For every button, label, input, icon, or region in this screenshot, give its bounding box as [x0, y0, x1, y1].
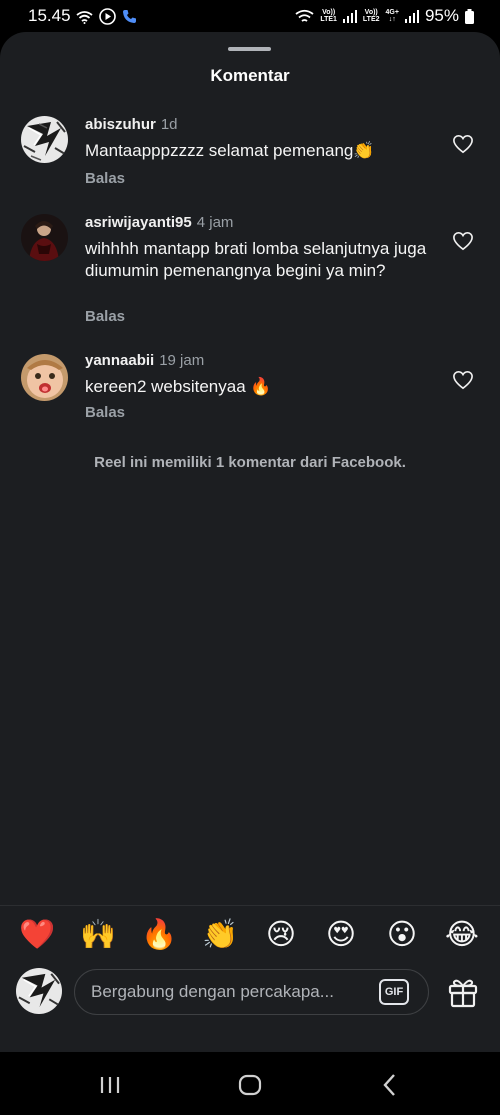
user-avatar[interactable]	[21, 116, 68, 163]
comment-input-container: GIF	[74, 969, 429, 1015]
user-avatar[interactable]	[21, 214, 68, 261]
comment-time: 1d	[160, 116, 178, 133]
reply-button[interactable]: Balas	[85, 170, 125, 187]
recent-apps-icon[interactable]	[95, 1070, 125, 1100]
battery-percent: 95%	[424, 6, 459, 25]
sim2-label: Vo)) LTE2	[362, 9, 380, 23]
sheet-title: Komentar	[210, 66, 290, 85]
comments-sheet: Komentar abiszuhur 1d Mantaapppzzzz selam…	[0, 32, 500, 1052]
comment-username[interactable]: abiszuhur	[85, 116, 156, 133]
heart-icon[interactable]	[452, 370, 474, 390]
reaction-fire-icon[interactable]: 🔥	[139, 914, 179, 954]
comment-input[interactable]	[91, 970, 371, 1014]
comment-text: kereen2 websitenyaa 🔥	[85, 377, 272, 396]
reaction-laughing-icon[interactable]: 😂	[442, 914, 482, 954]
status-right-icons: Vo)) LTE1 Vo)) LTE2 4G+ ↓↑ 95%	[295, 6, 474, 26]
system-nav-bar	[0, 1052, 500, 1115]
reaction-clap-icon[interactable]: 👏	[200, 914, 240, 954]
comment-username[interactable]: yannaabii	[85, 352, 154, 369]
reply-button[interactable]: Balas	[85, 308, 125, 325]
reaction-surprised-icon[interactable]: 😮	[382, 914, 422, 954]
reaction-crying-icon[interactable]: 😢	[261, 914, 301, 954]
composer-divider	[0, 905, 500, 906]
wifi-icon	[295, 9, 314, 22]
heart-icon[interactable]	[452, 134, 474, 154]
reaction-raised-hands-icon[interactable]: 🙌	[78, 914, 118, 954]
status-bar: 15.45 Vo)) LTE1 Vo)) LTE2 4G+ ↓↑ 95%	[0, 0, 500, 32]
data-type-label: 4G+ ↓↑	[385, 9, 399, 23]
phone-call-icon	[123, 10, 136, 23]
drag-handle[interactable]	[228, 47, 271, 51]
signal-sim2-icon	[404, 9, 419, 23]
person-photo-avatar-icon	[21, 214, 68, 261]
wifi-call-icon	[76, 10, 93, 24]
heart-icon[interactable]	[452, 231, 474, 251]
facebook-comments-note[interactable]: Reel ini memiliki 1 komentar dari Facebo…	[0, 454, 500, 471]
reaction-heart-eyes-icon[interactable]: 😍	[321, 914, 361, 954]
child-photo-avatar-icon	[21, 354, 68, 401]
reaction-heart-icon[interactable]: ❤️	[17, 914, 57, 954]
reply-button[interactable]: Balas	[85, 404, 125, 421]
status-time: 15.45	[28, 6, 71, 25]
back-icon[interactable]	[375, 1070, 405, 1100]
comment-header: abiszuhur 1d	[85, 116, 178, 133]
gift-icon[interactable]	[446, 975, 480, 1009]
comment-header: yannaabii 19 jam	[85, 352, 204, 369]
status-left-icons	[76, 8, 137, 25]
own-avatar	[16, 968, 62, 1014]
sim1-label: Vo)) LTE1	[320, 9, 337, 23]
battery-icon	[465, 8, 474, 24]
quick-reactions-bar: ❤️ 🙌 🔥 👏 😢 😍 😮 😂	[0, 914, 500, 958]
gif-button[interactable]: GIF	[379, 979, 409, 1005]
comment-time: 19 jam	[159, 352, 205, 369]
sketch-avatar-icon	[21, 116, 68, 163]
comment-text: Mantaapppzzzz selamat pemenang👏	[85, 141, 375, 160]
sketch-avatar-icon	[16, 968, 62, 1014]
signal-sim1-icon	[342, 9, 357, 23]
comment-time: 4 jam	[196, 214, 234, 231]
comment-username[interactable]: asriwijayanti95	[85, 214, 192, 231]
media-play-icon	[99, 8, 116, 25]
comment-text: wihhhh mantapp brati lomba selanjutnya j…	[85, 239, 427, 280]
home-icon[interactable]	[235, 1070, 265, 1100]
comment-header: asriwijayanti95 4 jam	[85, 214, 233, 231]
user-avatar[interactable]	[21, 354, 68, 401]
